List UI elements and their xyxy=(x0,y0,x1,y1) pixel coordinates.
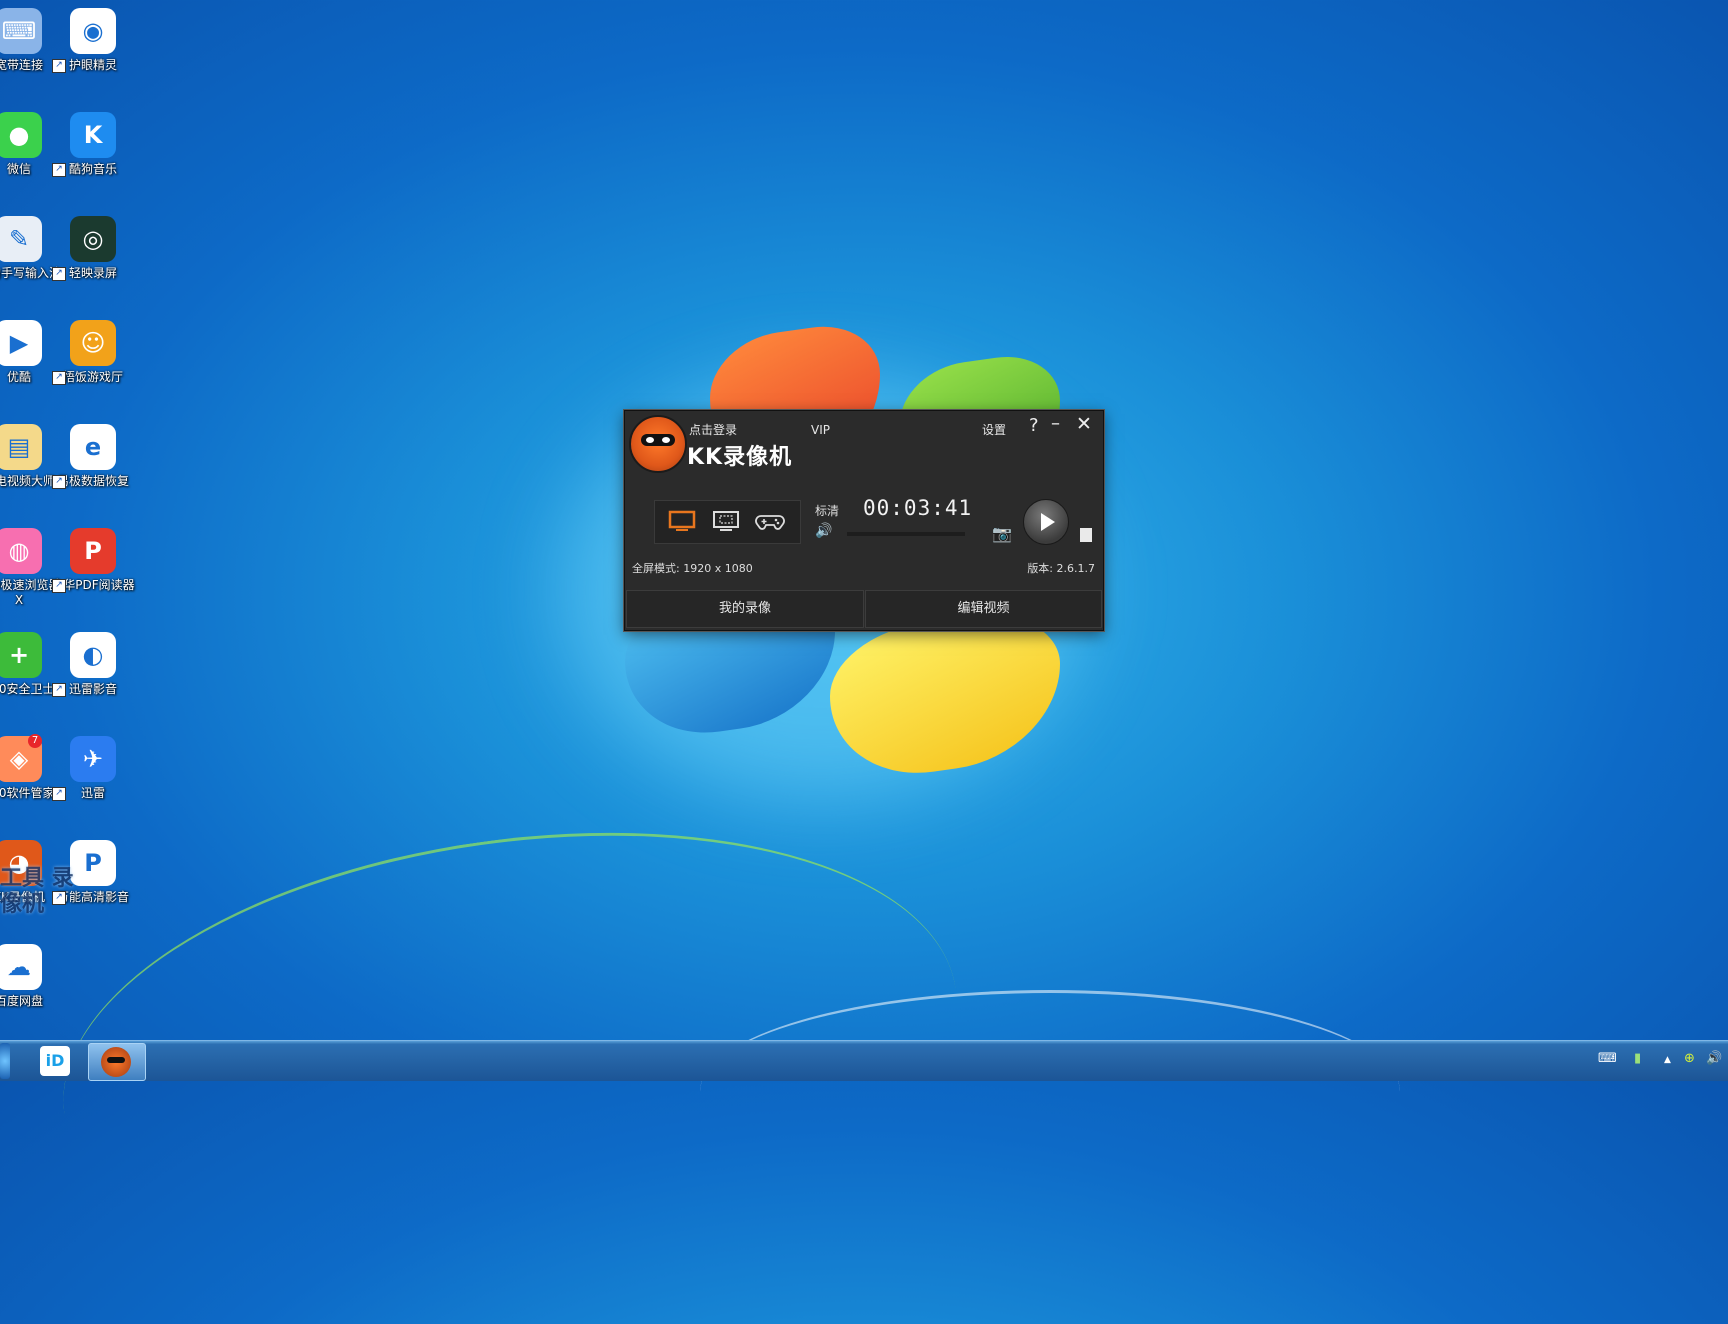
kk-taskbar-icon xyxy=(101,1047,131,1077)
desktop-icon[interactable]: ◐ ↗ 迅雷影音 xyxy=(50,632,136,697)
desktop-app-icon: + xyxy=(0,632,42,678)
shortcut-arrow-icon: ↗ xyxy=(52,787,66,801)
minimize-button[interactable]: – xyxy=(1051,413,1060,434)
edit-video-button[interactable]: 编辑视频 xyxy=(865,590,1102,628)
desktop-icon[interactable]: e ↗ 易极数据恢复 xyxy=(50,424,136,489)
desktop-app-icon: ▶ xyxy=(0,320,42,366)
kk-logo-icon xyxy=(629,415,687,473)
shortcut-arrow-icon: ↗ xyxy=(52,683,66,697)
taskbar-kk-recorder[interactable] xyxy=(88,1043,146,1081)
desktop-app-icon: ☁ xyxy=(0,944,42,990)
vip-link[interactable]: VIP xyxy=(811,423,830,437)
start-button[interactable] xyxy=(0,1043,10,1079)
my-recordings-button[interactable]: 我的录像 xyxy=(626,590,864,628)
close-button[interactable]: ✕ xyxy=(1076,413,1092,435)
battery-tray-icon[interactable]: ▮ xyxy=(1634,1051,1641,1066)
settings-button[interactable]: 设置 xyxy=(982,421,1006,438)
logo-yellow-pane xyxy=(830,603,1060,787)
desktop-icon[interactable]: ✈ ↗ 迅雷 xyxy=(50,736,136,801)
volume-icon[interactable]: 🔊 xyxy=(815,523,832,539)
desktop-app-icon: ◐ xyxy=(70,632,116,678)
security-tray-icon[interactable]: ⊕ xyxy=(1684,1051,1695,1066)
app-title: KK录像机 xyxy=(687,445,793,470)
shortcut-arrow-icon: ↗ xyxy=(52,475,66,489)
desktop-app-icon: ◎ xyxy=(70,216,116,262)
desktop-icon[interactable]: ☺ ↗ 悟饭游戏厅 xyxy=(50,320,136,385)
shortcut-arrow-icon: ↗ xyxy=(52,371,66,385)
desktop-app-icon: ✈ xyxy=(70,736,116,782)
quality-selector[interactable]: 标清 xyxy=(815,502,839,519)
region-mode-icon[interactable] xyxy=(711,509,741,533)
notification-badge: 7 xyxy=(28,734,42,748)
kk-taskbar-mask xyxy=(107,1057,125,1063)
start-record-button[interactable] xyxy=(1023,499,1069,545)
taskbar-pinned-app[interactable]: iD xyxy=(30,1043,82,1079)
stop-record-button[interactable] xyxy=(1080,528,1092,542)
game-mode-icon[interactable] xyxy=(755,509,785,533)
desktop-app-icon: ✎ xyxy=(0,216,42,262)
wallpaper-swoosh-white xyxy=(700,990,1400,1193)
recording-timer: 00:03:41 xyxy=(863,496,973,520)
desktop-icon[interactable]: ◉ ↗ 护眼精灵 xyxy=(50,8,136,73)
logo-eye-left xyxy=(646,437,654,443)
desktop-icon[interactable]: ◎ ↗ 轻映录屏 xyxy=(50,216,136,281)
keyboard-tray-icon[interactable]: ⌨ xyxy=(1598,1051,1617,1066)
desktop-icon-label: 百度网盘 xyxy=(0,994,43,1008)
tray-expand-icon[interactable]: ▲ xyxy=(1664,1055,1671,1065)
volume-tray-icon[interactable]: 🔊 xyxy=(1706,1051,1722,1066)
screenshot-camera-icon[interactable]: 📷 xyxy=(992,524,1012,543)
desktop-icon[interactable]: P ↗ 中华PDF阅读器 xyxy=(50,528,136,593)
desktop-app-icon: ● xyxy=(0,112,42,158)
desktop-app-icon: ⌨ xyxy=(0,8,42,54)
shortcut-arrow-icon: ↗ xyxy=(52,579,66,593)
version-label: 版本: 2.6.1.7 xyxy=(1027,562,1095,575)
shortcut-arrow-icon: ↗ xyxy=(52,59,66,73)
desktop-app-icon: ◍ xyxy=(0,528,42,574)
desktop-app-icon: K xyxy=(70,112,116,158)
desktop-icon[interactable]: K ↗ 酷狗音乐 xyxy=(50,112,136,177)
logo-eye-right xyxy=(662,437,670,443)
fullscreen-resolution: 全屏模式: 1920 x 1080 xyxy=(632,562,753,575)
desktop-app-icon: ◉ xyxy=(70,8,116,54)
kk-recorder-window[interactable]: 点击登录 VIP KK录像机 设置 ? – ✕ 标清 00:03:41 🔊 📷 … xyxy=(624,410,1104,631)
shortcut-arrow-icon: ↗ xyxy=(52,267,66,281)
desktop-app-icon: ☺ xyxy=(70,320,116,366)
desktop-icon[interactable]: ☁↗百度网盘 xyxy=(0,944,62,1009)
shortcut-arrow-icon: ↗ xyxy=(52,163,66,177)
help-button[interactable]: ? xyxy=(1029,415,1039,436)
desktop-app-icon: ▤ xyxy=(0,424,42,470)
desktop-app-icon: e xyxy=(70,424,116,470)
watermark-overlay: 工具 录像机 xyxy=(0,866,74,917)
taskbar: iD ⌨ ▮ ▲ ⊕ 🔊 xyxy=(0,1040,1728,1081)
login-link[interactable]: 点击登录 xyxy=(689,421,737,438)
volume-level-bar[interactable] xyxy=(847,532,965,536)
desktop-app-icon: P xyxy=(70,528,116,574)
fullscreen-mode-icon[interactable] xyxy=(667,509,697,533)
recording-mode-selector xyxy=(654,500,801,544)
pinned-app-icon: iD xyxy=(40,1046,70,1076)
